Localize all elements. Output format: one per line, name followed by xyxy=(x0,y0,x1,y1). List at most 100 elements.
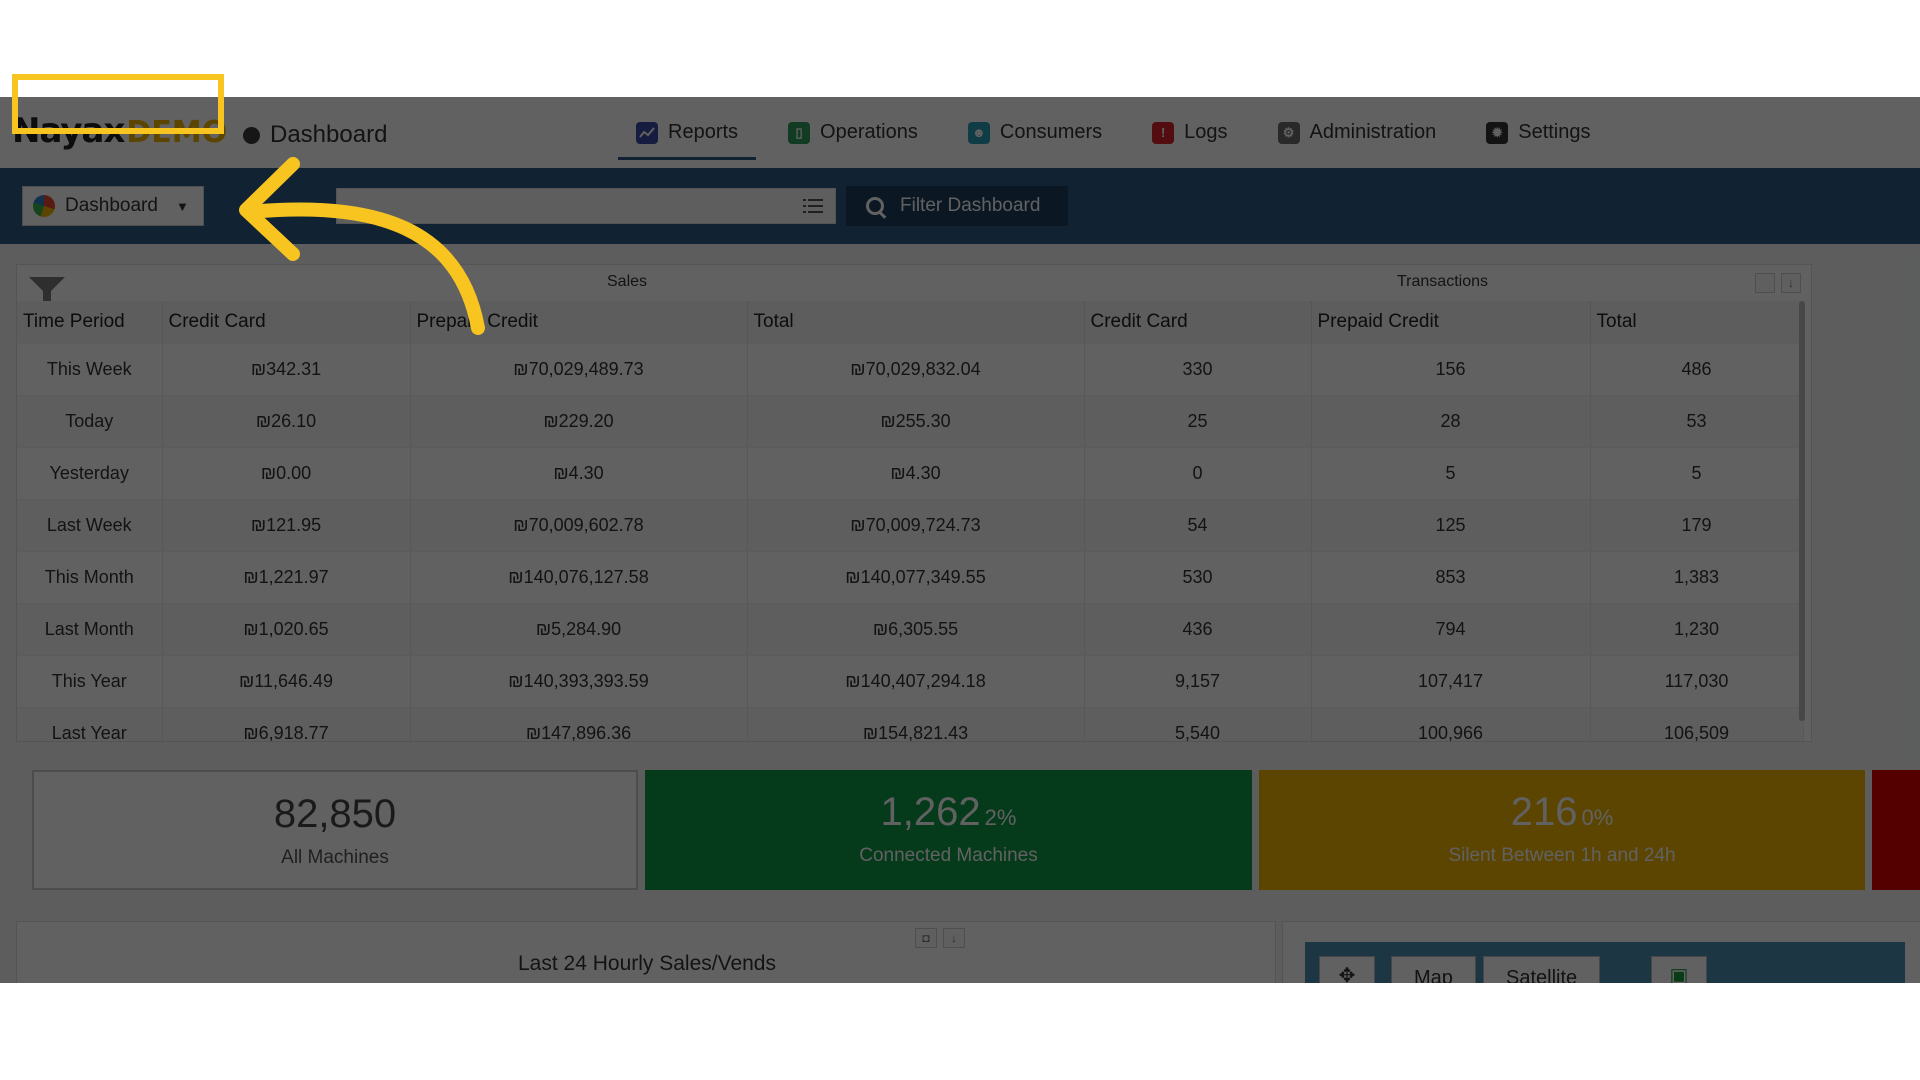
settings-icon: ✹ xyxy=(1486,121,1509,144)
map-view[interactable]: ✥ Map Satellite ▣ xyxy=(1305,942,1905,983)
table-cell: 156 xyxy=(1311,342,1591,395)
expand-icon[interactable] xyxy=(1755,273,1775,293)
dashboard-toolbar: Dashboard ▼ Filter Dashboard xyxy=(0,168,1920,244)
row-time-period: This Year xyxy=(17,654,163,707)
table-scrollbar[interactable] xyxy=(1799,301,1805,721)
table-cell: ₪70,029,489.73 xyxy=(410,342,748,395)
chart-title: Last 24 Hourly Sales/Vends xyxy=(518,952,776,975)
filter-dashboard-button[interactable]: Filter Dashboard xyxy=(846,186,1068,226)
table-cell: ₪121.95 xyxy=(162,498,411,551)
table-cell: 436 xyxy=(1084,602,1312,655)
satellite-tab[interactable]: Satellite xyxy=(1483,956,1601,983)
kpi-value: 216 xyxy=(1510,790,1578,834)
nav-consumers[interactable]: ☻ Consumers xyxy=(950,97,1120,168)
table-row[interactable]: Last Year ₪6,918.77 ₪147,896.36 ₪154,821.43… xyxy=(17,706,1804,741)
kpi-percent: 2% xyxy=(984,805,1017,830)
col-header[interactable]: Credit Card xyxy=(162,301,411,343)
dashboard-select[interactable]: Dashboard ▼ xyxy=(22,186,204,226)
kpi-silent-machines[interactable]: 216 0% Silent Between 1h and 24h xyxy=(1259,770,1865,890)
table-cell: ₪1,020.65 xyxy=(162,602,411,655)
table-cell: 330 xyxy=(1084,342,1312,395)
nav-operations[interactable]: ▯ Operations xyxy=(770,97,936,168)
table-row[interactable]: This Year ₪11,646.49 ₪140,393,393.59 ₪140,4… xyxy=(17,654,1804,707)
table-cell: 794 xyxy=(1311,602,1591,655)
table-body: This Week ₪342.31 ₪70,029,489.73 ₪70,029,83… xyxy=(17,342,1804,741)
map-tab[interactable]: Map xyxy=(1391,956,1476,983)
table-cell: 5,540 xyxy=(1084,706,1312,741)
col-header[interactable]: Prepaid Credit xyxy=(1311,301,1591,343)
panel-tools: ↓ xyxy=(1755,273,1801,293)
table-cell: ₪140,077,349.55 xyxy=(747,550,1085,603)
row-time-period: Yesterday xyxy=(17,446,163,499)
table-cell: 100,966 xyxy=(1311,706,1591,741)
table-cell: ₪4.30 xyxy=(747,446,1085,499)
nav-reports[interactable]: Reports xyxy=(618,97,757,168)
nav-operations-label: Operations xyxy=(820,121,918,143)
table-cell: 179 xyxy=(1590,498,1804,551)
table-cell: 530 xyxy=(1084,550,1312,603)
sales-transactions-panel: Sales Transactions ↓ Time Period Credit … xyxy=(16,264,1812,742)
table-cell: ₪70,029,832.04 xyxy=(747,342,1085,395)
table-row[interactable]: Last Week ₪121.95 ₪70,009,602.78 ₪70,009,72… xyxy=(17,498,1804,551)
table-cell: 106,509 xyxy=(1590,706,1804,741)
dashboard-search-input[interactable] xyxy=(336,188,836,224)
nav-reports-label: Reports xyxy=(668,121,739,143)
administration-icon: ⚙ xyxy=(1277,121,1300,144)
nav-settings-label: Settings xyxy=(1518,121,1591,143)
kpi-percent: 0% xyxy=(1581,805,1614,830)
table-cell: ₪6,305.55 xyxy=(747,602,1085,655)
col-header[interactable]: Total xyxy=(1590,301,1804,343)
consumers-icon: ☻ xyxy=(967,121,990,144)
table-cell: 25 xyxy=(1084,394,1312,447)
filter-dashboard-label: Filter Dashboard xyxy=(900,195,1041,216)
col-header[interactable]: Prepaid Credit xyxy=(410,301,748,343)
download-icon[interactable]: ↓ xyxy=(1781,273,1801,293)
row-time-period: Last Year xyxy=(17,706,163,741)
nav-settings[interactable]: ✹ Settings xyxy=(1468,97,1608,168)
app-window: NayaxDEMO Dashboard Reports ▯ Operations… xyxy=(0,97,1920,983)
table-cell: 5 xyxy=(1590,446,1804,499)
nav-logs[interactable]: ! Logs xyxy=(1134,97,1245,168)
kpi-offline-machines[interactable] xyxy=(1872,770,1920,890)
table-cell: 107,417 xyxy=(1311,654,1591,707)
kpi-value: 82,850 xyxy=(273,792,397,836)
kpi-label: Connected Machines xyxy=(859,845,1038,866)
nav-administration[interactable]: ⚙ Administration xyxy=(1260,97,1455,168)
pan-arrows-icon[interactable]: ✥ xyxy=(1319,956,1375,983)
chart-tools: ◘ ↓ xyxy=(915,928,965,948)
row-time-period: This Month xyxy=(17,550,163,603)
table-row[interactable]: This Month ₪1,221.97 ₪140,076,127.58 ₪140,0… xyxy=(17,550,1804,603)
kpi-all-machines[interactable]: 82,850 All Machines xyxy=(32,770,638,890)
highlight-box xyxy=(12,74,224,134)
table-cell: ₪70,009,724.73 xyxy=(747,498,1085,551)
table-cell: 117,030 xyxy=(1590,654,1804,707)
table-cell: ₪147,896.36 xyxy=(410,706,748,741)
sales-table: Time Period Credit Card Prepaid Credit T… xyxy=(17,301,1804,741)
table-cell: 486 xyxy=(1590,342,1804,395)
row-time-period: Last Week xyxy=(17,498,163,551)
kpi-label: Silent Between 1h and 24h xyxy=(1448,845,1676,866)
table-row[interactable]: Today ₪26.10 ₪229.20 ₪255.30 25 28 53 xyxy=(17,394,1804,447)
table-row[interactable]: This Week ₪342.31 ₪70,029,489.73 ₪70,029,83… xyxy=(17,342,1804,395)
list-icon[interactable] xyxy=(803,198,823,214)
pie-chart-icon xyxy=(33,195,55,217)
nav-logs-label: Logs xyxy=(1184,121,1228,143)
download-icon[interactable]: ↓ xyxy=(943,928,965,948)
table-cell: ₪342.31 xyxy=(162,342,411,395)
search-icon xyxy=(866,197,884,215)
logs-icon: ! xyxy=(1152,121,1175,144)
table-cell: ₪229.20 xyxy=(410,394,748,447)
kpi-connected-machines[interactable]: 1,262 2% Connected Machines xyxy=(645,770,1252,890)
col-header[interactable]: Time Period xyxy=(17,301,163,343)
save-icon[interactable]: ▣ xyxy=(1651,956,1707,983)
table-cell: ₪6,918.77 xyxy=(162,706,411,741)
table-row[interactable]: Last Month ₪1,020.65 ₪5,284.90 ₪6,305.55 436… xyxy=(17,602,1804,655)
nav-consumers-label: Consumers xyxy=(999,121,1103,143)
table-cell: 0 xyxy=(1084,446,1312,499)
camera-icon[interactable]: ◘ xyxy=(915,928,937,948)
breadcrumb: Dashboard xyxy=(270,121,388,148)
row-time-period: This Week xyxy=(17,342,163,395)
col-header[interactable]: Total xyxy=(747,301,1085,343)
col-header[interactable]: Credit Card xyxy=(1084,301,1312,343)
table-row[interactable]: Yesterday ₪0.00 ₪4.30 ₪4.30 0 5 5 xyxy=(17,446,1804,499)
